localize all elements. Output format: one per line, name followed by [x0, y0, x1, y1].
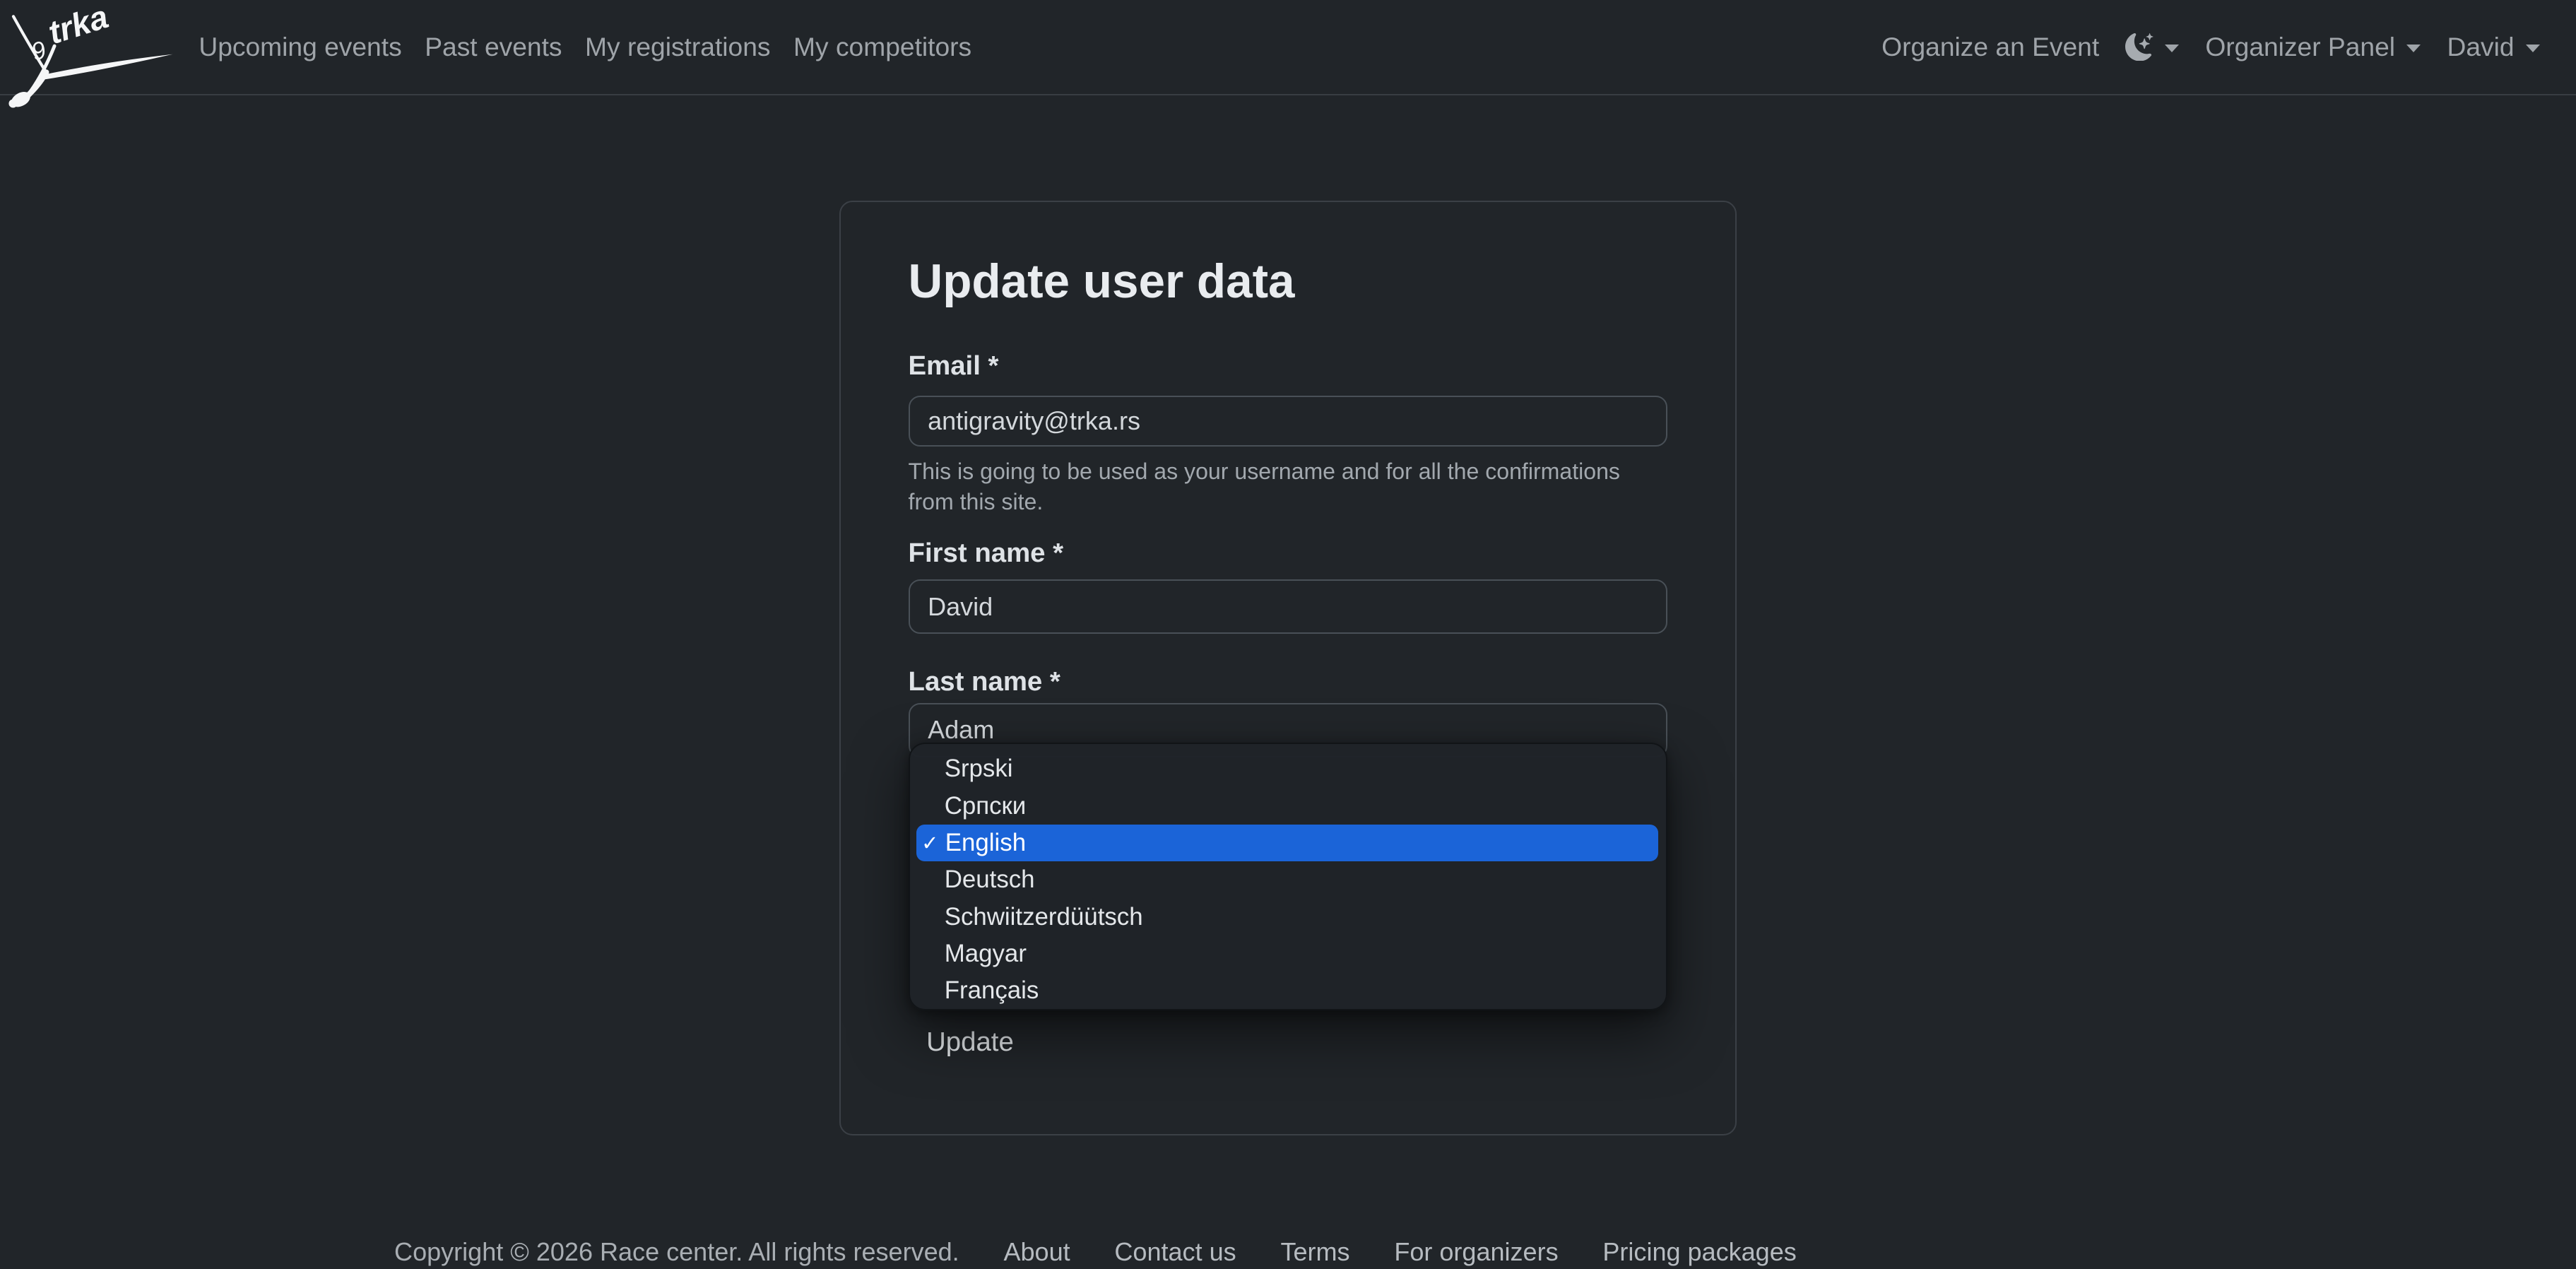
language-select-popup: Srpski Српски ✓ English Deutsch Schwiitz…	[909, 743, 1667, 1010]
chevron-down-icon	[2406, 45, 2421, 52]
language-option[interactable]: Magyar	[910, 935, 1666, 972]
footer-link-for-organizers[interactable]: For organizers	[1394, 1237, 1558, 1267]
language-option[interactable]: Schwiitzerdüütsch	[910, 899, 1666, 935]
copyright-text: Copyright © 2026 Race center. All rights…	[394, 1237, 959, 1267]
organizer-panel-dropdown[interactable]: Organizer Panel	[2192, 32, 2434, 62]
primary-nav: Upcoming events Past events My registrat…	[187, 32, 983, 62]
checkmark-icon: ✓	[921, 831, 938, 856]
footer: Copyright © 2026 Race center. All rights…	[0, 1237, 2576, 1267]
language-option-selected[interactable]: ✓ English	[916, 825, 1658, 861]
language-option-label: English	[945, 829, 1026, 857]
nav-upcoming-events[interactable]: Upcoming events	[187, 32, 413, 62]
trka-logo[interactable]: 9 trka	[4, 5, 177, 110]
footer-link-pricing-packages[interactable]: Pricing packages	[1602, 1237, 1796, 1267]
nav-my-registrations[interactable]: My registrations	[574, 32, 782, 62]
nav-my-competitors[interactable]: My competitors	[782, 32, 983, 62]
footer-link-about[interactable]: About	[1003, 1237, 1070, 1267]
language-option[interactable]: Deutsch	[910, 861, 1666, 898]
footer-link-contact-us[interactable]: Contact us	[1114, 1237, 1236, 1267]
theme-toggle-dropdown[interactable]	[2113, 33, 2192, 61]
language-option[interactable]: Српски	[910, 788, 1666, 825]
email-label: Email *	[909, 351, 999, 381]
organizer-panel-label: Organizer Panel	[2205, 32, 2395, 62]
language-option[interactable]: Srpski	[910, 750, 1666, 787]
user-menu-dropdown[interactable]: David	[2434, 32, 2553, 62]
user-menu-label: David	[2447, 32, 2515, 62]
navbar: 9 trka Upcoming events Past events My re…	[0, 0, 2576, 95]
nav-past-events[interactable]: Past events	[413, 32, 574, 62]
chevron-down-icon	[2526, 45, 2540, 52]
svg-text:trka: trka	[44, 0, 112, 51]
footer-link-terms[interactable]: Terms	[1280, 1237, 1349, 1267]
chevron-down-icon	[2165, 45, 2179, 52]
nav-organize-event[interactable]: Organize an Event	[1869, 32, 2113, 62]
language-option[interactable]: Français	[910, 972, 1666, 1009]
email-help-text: This is going to be used as your usernam…	[909, 456, 1651, 517]
first-name-label: First name *	[909, 538, 1064, 568]
first-name-field[interactable]	[909, 579, 1667, 634]
last-name-label: Last name *	[909, 667, 1060, 697]
email-field[interactable]	[909, 396, 1667, 447]
page: 9 trka Upcoming events Past events My re…	[0, 0, 2576, 1269]
navbar-right: Organize an Event Organizer Panel David	[1869, 32, 2576, 62]
moon-stars-icon	[2125, 33, 2153, 61]
page-title: Update user data	[909, 256, 1295, 308]
svg-text:9: 9	[28, 36, 49, 66]
update-button[interactable]: Update	[926, 1027, 1014, 1058]
